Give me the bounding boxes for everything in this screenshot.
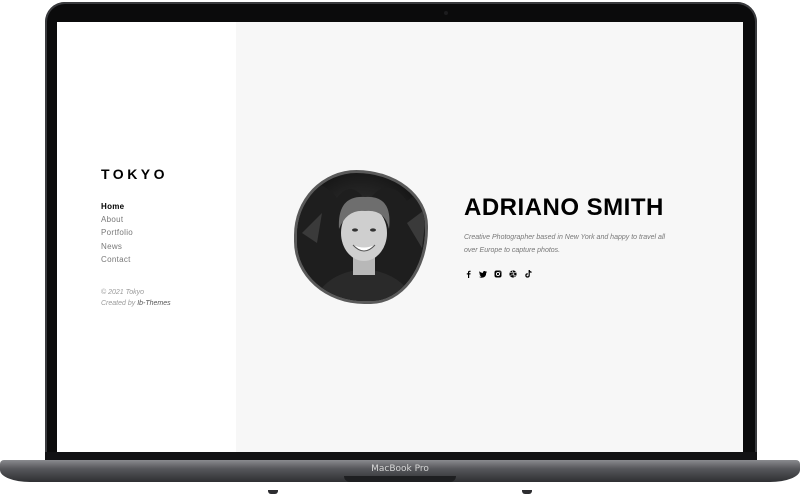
hero-name: ADRIANO SMITH: [464, 194, 664, 221]
nav-item-portfolio[interactable]: Portfolio: [101, 226, 133, 239]
main-nav: Home About Portfolio News Contact: [101, 200, 133, 266]
portrait-image: [297, 184, 425, 301]
instagram-icon[interactable]: [494, 270, 502, 278]
avatar: [294, 170, 428, 304]
created-by: Created by Ib-Themes: [101, 298, 171, 309]
nav-item-contact[interactable]: Contact: [101, 253, 133, 266]
camera-icon: [444, 11, 448, 15]
copyright-text: © 2021 Tokyo: [101, 289, 145, 296]
laptop-foot-right: [522, 490, 532, 494]
laptop-notch: [344, 476, 456, 482]
created-by-prefix: Created by: [101, 300, 136, 307]
twitter-icon[interactable]: [479, 270, 487, 278]
screen: TOKYO Home About Portfolio News Contact …: [57, 22, 743, 452]
hero-description: Creative Photographer based in New York …: [464, 234, 666, 254]
dribbble-icon[interactable]: [509, 270, 517, 278]
device-label: MacBook Pro: [371, 464, 429, 474]
nav-item-about[interactable]: About: [101, 213, 133, 226]
facebook-icon[interactable]: [464, 270, 472, 278]
laptop-foot-left: [268, 490, 278, 494]
nav-item-news[interactable]: News: [101, 240, 133, 253]
sidebar: TOKYO Home About Portfolio News Contact …: [57, 22, 236, 452]
hero-section: ADRIANO SMITH Creative Photographer base…: [236, 22, 743, 452]
social-links: [464, 270, 532, 278]
tiktok-icon[interactable]: [524, 270, 532, 278]
site-logo[interactable]: TOKYO: [101, 166, 168, 182]
author-link[interactable]: Ib-Themes: [137, 300, 170, 307]
copyright-block: © 2021 Tokyo Created by Ib-Themes: [101, 287, 171, 309]
nav-item-home[interactable]: Home: [101, 200, 133, 213]
